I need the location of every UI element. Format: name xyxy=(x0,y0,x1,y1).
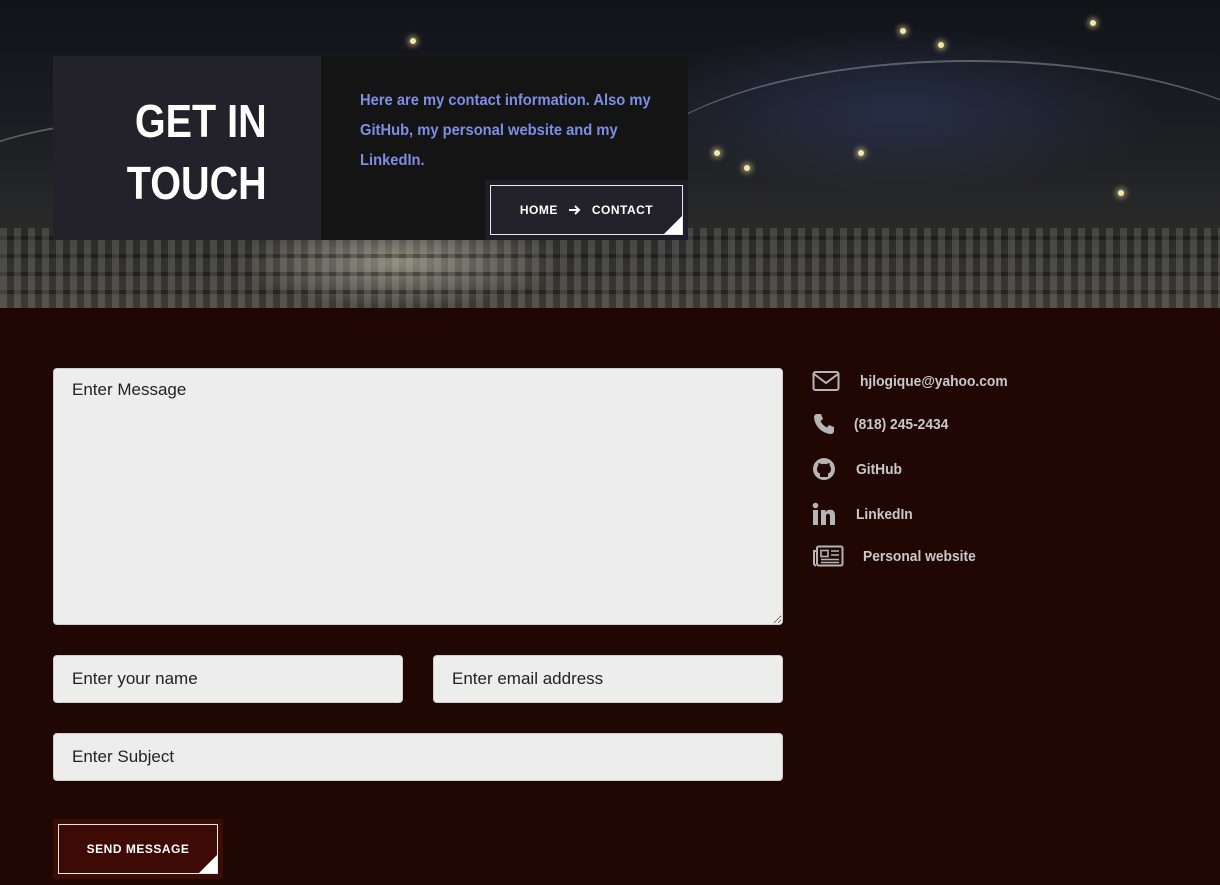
envelope-icon xyxy=(812,371,840,391)
linkedin-link[interactable]: LinkedIn xyxy=(856,506,918,523)
phone-icon xyxy=(814,414,834,434)
hero-light-dot xyxy=(714,150,720,156)
corner-accent xyxy=(199,855,217,873)
hero-light-dot xyxy=(1118,190,1124,196)
subject-input[interactable] xyxy=(53,733,783,781)
breadcrumb: HOME CONTACT xyxy=(490,185,683,235)
newspaper-icon xyxy=(813,545,844,567)
hero-light-dot xyxy=(938,42,944,48)
hero-light-dot xyxy=(900,28,906,34)
contact-phone-row: (818) 245-2434 xyxy=(812,412,957,436)
hero-light-dot xyxy=(744,165,750,171)
contact-github-row: GitHub xyxy=(812,457,906,481)
hero-description: Here are my contact information. Also my… xyxy=(360,92,651,169)
contact-email-row: hjlogique@yahoo.com xyxy=(812,369,1020,393)
name-input[interactable] xyxy=(53,655,403,703)
github-link-text: GitHub xyxy=(856,460,902,478)
breadcrumb-home-link[interactable]: HOME xyxy=(520,203,558,217)
send-message-label: SEND MESSAGE xyxy=(86,842,190,856)
contact-email-text: hjlogique@yahoo.com xyxy=(860,372,1008,390)
contact-website-row: Personal website xyxy=(812,545,986,567)
email-input[interactable] xyxy=(433,655,783,703)
page-title-box: GET IN TOUCH xyxy=(53,56,321,240)
message-textarea[interactable] xyxy=(53,368,783,625)
website-link[interactable]: Personal website xyxy=(863,548,986,565)
send-message-button[interactable]: SEND MESSAGE xyxy=(58,824,218,874)
linkedin-icon xyxy=(812,502,835,525)
contact-email-link[interactable]: hjlogique@yahoo.com xyxy=(860,373,1020,390)
github-link[interactable]: GitHub xyxy=(856,461,906,478)
breadcrumb-current: CONTACT xyxy=(591,203,654,217)
hero-background-curve xyxy=(620,60,1220,308)
hero-light-dot xyxy=(410,38,416,44)
contact-phone-text: (818) 245-2434 xyxy=(854,415,949,433)
corner-accent xyxy=(664,216,682,234)
website-link-text: Personal website xyxy=(863,547,976,565)
arrow-right-icon xyxy=(568,205,581,215)
page-title-line-1: GET IN xyxy=(135,95,267,147)
linkedin-link-text: LinkedIn xyxy=(856,505,913,523)
hero-light-dot xyxy=(858,150,864,156)
hero-light-dot xyxy=(1090,20,1096,26)
github-icon xyxy=(813,458,835,480)
contact-linkedin-row: LinkedIn xyxy=(812,502,918,526)
page-title-line-2: TOUCH xyxy=(127,157,267,209)
page-title: GET IN TOUCH xyxy=(127,90,267,214)
